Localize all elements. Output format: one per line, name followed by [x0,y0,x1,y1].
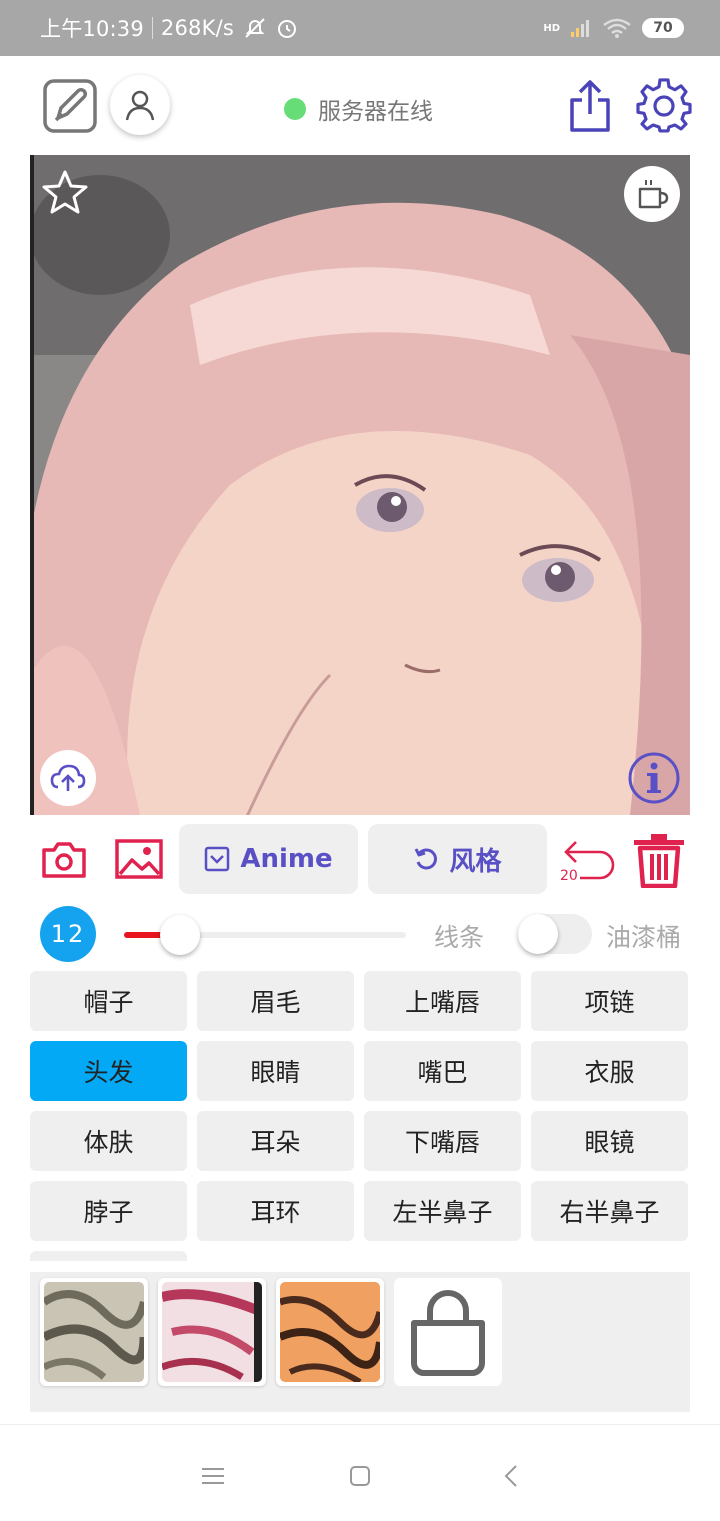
anime-label: Anime [240,844,333,874]
slider-thumb[interactable] [160,915,200,955]
part-button[interactable]: 项链 [531,971,688,1031]
coffee-button[interactable] [624,166,680,222]
user-icon [125,90,155,121]
share-icon [570,80,610,132]
camera-button[interactable] [40,836,88,884]
info-icon [628,752,680,804]
star-icon [42,170,88,214]
alarm-icon [278,20,296,38]
undo-button[interactable]: 20 [558,834,618,890]
battery-indicator: 70 [642,18,684,38]
edit-button[interactable] [42,78,98,134]
part-button[interactable]: 衣服 [531,1041,688,1101]
status-right: HD 70 [543,0,684,56]
tool-row: Anime 风格 20 [0,824,720,896]
part-button[interactable]: 上嘴唇 [364,971,521,1031]
back-button[interactable] [497,1461,527,1491]
toggle-thumb [518,914,558,954]
undo-count: 20 [560,868,578,884]
system-nav-bar [0,1424,720,1521]
part-button[interactable]: 头发 [30,1041,187,1101]
part-button[interactable]: 下嘴唇 [364,1111,521,1171]
texture-shop-button[interactable] [394,1278,502,1386]
brush-row: 12 线条 油漆桶 [0,904,720,964]
brush-size-badge[interactable]: 12 [40,906,96,962]
signal-icon [571,20,589,37]
status-speed: 268K/s [160,16,234,40]
shopping-bag-icon [411,1290,485,1376]
part-button[interactable]: 眼睛 [197,1041,354,1101]
part-button[interactable]: 右半鼻子 [531,1181,688,1241]
anime-icon [205,846,230,872]
upload-button[interactable] [40,750,96,806]
share-button[interactable] [564,78,616,134]
portrait-image [30,155,690,815]
top-bar: 服务器在线 [0,56,720,156]
status-time: 上午10:39 [40,17,144,41]
gear-icon [636,78,692,133]
part-button-partial[interactable] [30,1251,187,1261]
texture-swatch[interactable] [158,1278,266,1386]
brush-size-slider[interactable] [124,915,406,955]
part-button[interactable]: 耳朵 [197,1111,354,1171]
menu-button[interactable] [198,1461,228,1491]
menu-icon [202,1468,224,1484]
bucket-label: 油漆桶 [606,923,682,952]
style-button[interactable]: 风格 [368,824,547,894]
upload-icon [50,764,86,791]
settings-button[interactable] [636,78,692,134]
status-left: 上午10:39 268K/s [40,0,300,56]
delete-button[interactable] [632,832,686,889]
refresh-icon [415,848,438,870]
part-button[interactable]: 帽子 [30,971,187,1031]
status-separator [151,17,153,39]
mute-bell-icon [245,18,265,38]
canvas-edge [30,155,34,815]
coffee-icon [638,180,669,209]
edit-icon [43,79,97,133]
favorite-button[interactable] [40,168,90,218]
gallery-button[interactable] [114,836,164,884]
drawing-canvas[interactable] [30,155,690,815]
home-icon [350,1466,370,1486]
back-icon [504,1465,517,1487]
camera-icon [42,842,86,878]
texture-orange-stripes [280,1282,380,1382]
part-button[interactable]: 眼镜 [531,1111,688,1171]
texture-strip [30,1272,690,1412]
home-button[interactable] [345,1461,375,1491]
part-button[interactable]: 嘴巴 [364,1041,521,1101]
part-button[interactable]: 眉毛 [197,971,354,1031]
part-button[interactable]: 脖子 [30,1181,187,1241]
trash-icon [634,834,684,889]
line-label: 线条 [434,923,485,952]
info-button[interactable] [626,750,682,806]
texture-swatch[interactable] [40,1278,148,1386]
style-label: 风格 [449,846,502,877]
texture-gray-marble [44,1282,144,1382]
texture-pink-marble [162,1282,262,1382]
texture-swatch[interactable] [276,1278,384,1386]
anime-button[interactable]: Anime [179,824,358,894]
server-status-dot [284,98,306,120]
server-status: 服务器在线 [284,92,433,126]
part-button[interactable]: 耳环 [197,1181,354,1241]
part-button[interactable]: 体肤 [30,1111,187,1171]
parts-grid: 帽子 眉毛 上嘴唇 项链 头发 眼睛 嘴巴 衣服 体肤 耳朵 下嘴唇 眼镜 脖子… [30,971,690,1261]
server-status-text: 服务器在线 [318,99,433,125]
part-button[interactable]: 左半鼻子 [364,1181,521,1241]
user-button[interactable] [110,75,170,135]
network-type: HD [543,22,560,34]
image-icon [115,839,163,879]
status-bar: 上午10:39 268K/s HD 70 [0,0,720,56]
wifi-icon [603,18,631,38]
bucket-toggle[interactable] [518,914,592,954]
